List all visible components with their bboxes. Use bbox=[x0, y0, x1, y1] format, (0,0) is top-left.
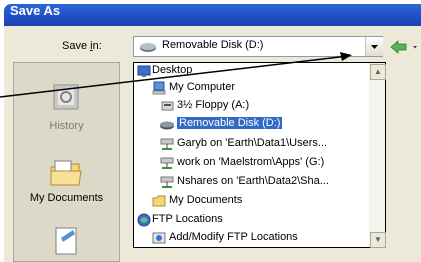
annotation-arrow bbox=[0, 52, 352, 98]
